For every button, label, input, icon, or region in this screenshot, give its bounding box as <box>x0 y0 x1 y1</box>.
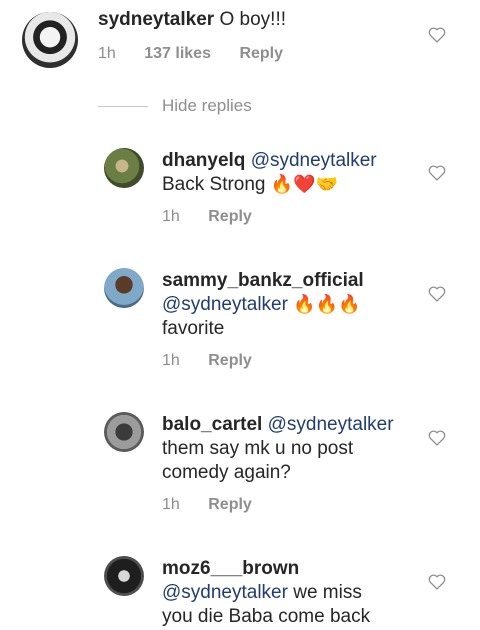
reply-username[interactable]: dhanyelq <box>162 150 245 171</box>
reply-time: 1h <box>162 352 180 369</box>
reply-line-1: sammy_bankz_official <box>162 269 364 292</box>
reply-mention[interactable]: @sydneytalker <box>162 294 288 315</box>
avatar[interactable] <box>104 148 144 188</box>
heart-outline-icon[interactable] <box>428 574 446 590</box>
avatar[interactable] <box>104 412 144 452</box>
heart-outline-icon[interactable] <box>428 27 446 43</box>
reply-username[interactable]: moz6___brown <box>162 558 299 579</box>
reply-button[interactable]: Reply <box>208 352 252 369</box>
comment-text: O boy!!! <box>219 9 286 30</box>
main-comment: sydneytalker O boy!!! 1h 137 likes Reply <box>0 0 480 80</box>
reply-comment: dhanyelq @sydneytalker Back Strong 🔥❤️🤝 … <box>0 140 480 240</box>
reply-line-1: balo_cartel @sydneytalker <box>162 413 394 436</box>
avatar[interactable] <box>22 12 78 68</box>
likes-count[interactable]: 137 likes <box>144 45 211 62</box>
reply-meta: 1h Reply <box>162 352 252 370</box>
reply-line-1: dhanyelq @sydneytalker <box>162 149 377 172</box>
reply-meta: 1h Reply <box>162 208 252 226</box>
reply-emojis: 🔥❤️🤝 <box>270 174 339 194</box>
hide-replies-toggle[interactable]: Hide replies <box>98 96 398 118</box>
reply-mention[interactable]: @sydneytalker <box>268 414 394 435</box>
reply-line-2: Back Strong 🔥❤️🤝 <box>162 173 338 196</box>
reply-text: them say mk u no post <box>162 438 354 459</box>
reply-line-2: them say mk u no post <box>162 437 353 460</box>
reply-button[interactable]: Reply <box>208 208 252 225</box>
reply-text: Back Strong <box>162 174 266 195</box>
comment-meta: 1h 137 likes Reply <box>98 45 283 63</box>
reply-mention[interactable]: @sydneytalker <box>162 582 288 603</box>
reply-time: 1h <box>162 208 180 225</box>
reply-line-3: comedy again? <box>162 461 291 484</box>
avatar[interactable] <box>104 556 144 596</box>
reply-button[interactable]: Reply <box>239 45 283 62</box>
reply-meta: 1h Reply <box>162 496 252 514</box>
reply-line-3: you die Baba come back <box>162 605 370 628</box>
heart-outline-icon[interactable] <box>428 165 446 181</box>
reply-text-cont: comedy again? <box>162 462 291 483</box>
reply-line-3: favorite <box>162 317 224 340</box>
avatar[interactable] <box>104 268 144 308</box>
reply-text: favorite <box>162 318 225 339</box>
heart-outline-icon[interactable] <box>428 286 446 302</box>
divider <box>98 106 148 107</box>
reply-emojis: 🔥🔥🔥 <box>293 294 361 314</box>
comment-body: sydneytalker O boy!!! <box>98 8 286 31</box>
reply-username[interactable]: balo_cartel <box>162 414 262 435</box>
reply-mention[interactable]: @sydneytalker <box>251 150 377 171</box>
reply-line-2: @sydneytalker 🔥🔥🔥 <box>162 293 360 316</box>
reply-comment: sammy_bankz_official @sydneytalker 🔥🔥🔥 f… <box>0 260 480 380</box>
reply-comment: moz6___brown @sydneytalker we miss you d… <box>0 548 480 630</box>
reply-button[interactable]: Reply <box>208 496 252 513</box>
hide-replies-label: Hide replies <box>162 96 252 115</box>
reply-text: we miss <box>287 582 362 603</box>
reply-time: 1h <box>162 496 180 513</box>
heart-outline-icon[interactable] <box>428 430 446 446</box>
comment-time: 1h <box>98 45 116 62</box>
reply-username[interactable]: sammy_bankz_official <box>162 270 364 291</box>
reply-line-2: @sydneytalker we miss <box>162 581 362 604</box>
comment-username[interactable]: sydneytalker <box>98 9 214 30</box>
reply-text-cont: you die Baba come back <box>162 606 371 627</box>
reply-comment: balo_cartel @sydneytalker them say mk u … <box>0 404 480 524</box>
reply-line-1: moz6___brown <box>162 557 299 580</box>
